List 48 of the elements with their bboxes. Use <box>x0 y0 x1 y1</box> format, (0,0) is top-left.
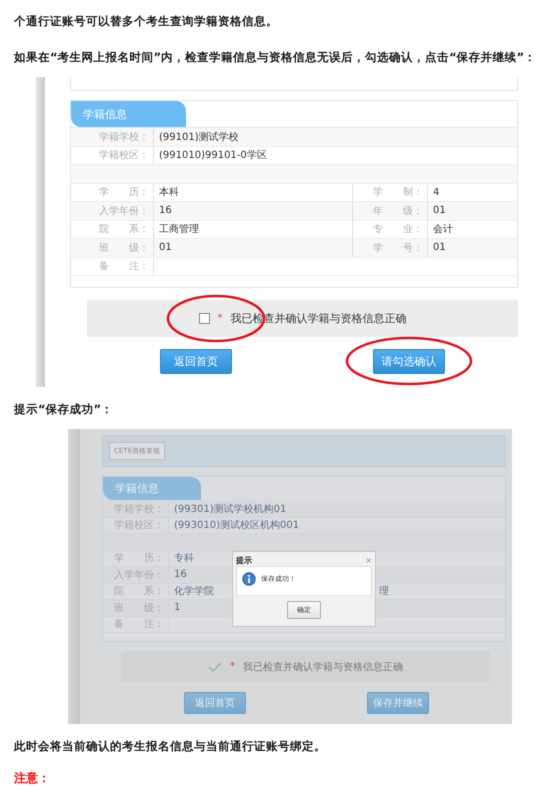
field-value: 会计 <box>432 222 454 238</box>
field-value: 01 <box>159 242 172 254</box>
field-value: (993010)测试校区机构001 <box>173 518 300 533</box>
field-label: 备 注： <box>71 258 154 275</box>
home-button[interactable]: 返回首页 <box>160 349 232 374</box>
field-value: 本科 <box>159 186 179 200</box>
field-value: 16 <box>174 569 187 580</box>
field-value: 4 <box>432 186 440 200</box>
paragraph: 如果在“考生网上报名时间”内，检查学籍信息与资格信息无误后，勾选确认，点击“保存并继续”： <box>14 49 538 65</box>
field-label: 院 系： <box>103 584 169 599</box>
field-value: (99301)测试学校机构01 <box>173 502 288 516</box>
warning-heading: 注意： <box>14 770 51 786</box>
field-value: 01 <box>432 204 447 218</box>
close-button[interactable]: × <box>365 556 372 564</box>
field-value: (99101)测试学校 <box>158 130 240 145</box>
field-label: 年 级： <box>352 202 428 220</box>
field-value: 专科 <box>174 552 194 566</box>
field-label: 班 级： <box>71 239 154 256</box>
field-label: 院 系： <box>71 220 154 238</box>
field-value: 1 <box>174 602 180 614</box>
field-label: 学籍学校： <box>71 128 154 146</box>
paragraph: 提示“保存成功”： <box>14 401 114 417</box>
field-value: (991010)99101-0学区 <box>158 149 268 164</box>
paragraph: 个通行证账号可以替多个考生查询学籍资格信息。 <box>14 13 279 29</box>
info-icon <box>242 572 256 586</box>
submit-button[interactable]: 请勾选确认 <box>373 349 445 374</box>
field-value: 化学学院 <box>174 584 214 598</box>
paragraph: 此时会将当前确认的考生报名信息与当前通行证账号绑定。 <box>14 738 327 754</box>
field-label: 学 历： <box>71 184 154 201</box>
field-value: 工商管理 <box>159 222 199 236</box>
field-label: 备 注： <box>103 616 169 632</box>
field-value: 16 <box>159 205 172 216</box>
field-label: 学 历： <box>103 550 169 566</box>
home-button[interactable]: 返回首页 <box>184 692 246 714</box>
dialog-title: 提示 <box>236 554 252 566</box>
checkbox[interactable] <box>198 313 210 324</box>
field-value: 理 <box>378 585 390 599</box>
field-label: 学籍校区： <box>71 146 154 164</box>
field-label: 学 制： <box>352 184 428 201</box>
field-value: 01 <box>432 241 447 256</box>
required-mark: * <box>218 313 222 324</box>
confirm-label: 我已检查并确认学籍与资格信息正确 <box>243 660 403 674</box>
field-label: 专 业： <box>352 220 428 238</box>
required-mark: * <box>230 661 235 672</box>
field-label: 入学年份： <box>71 202 154 220</box>
field-label: 学籍校区： <box>103 518 169 533</box>
submit-button[interactable]: 保存并继续 <box>367 692 429 714</box>
field-label: 学 号： <box>352 239 428 256</box>
